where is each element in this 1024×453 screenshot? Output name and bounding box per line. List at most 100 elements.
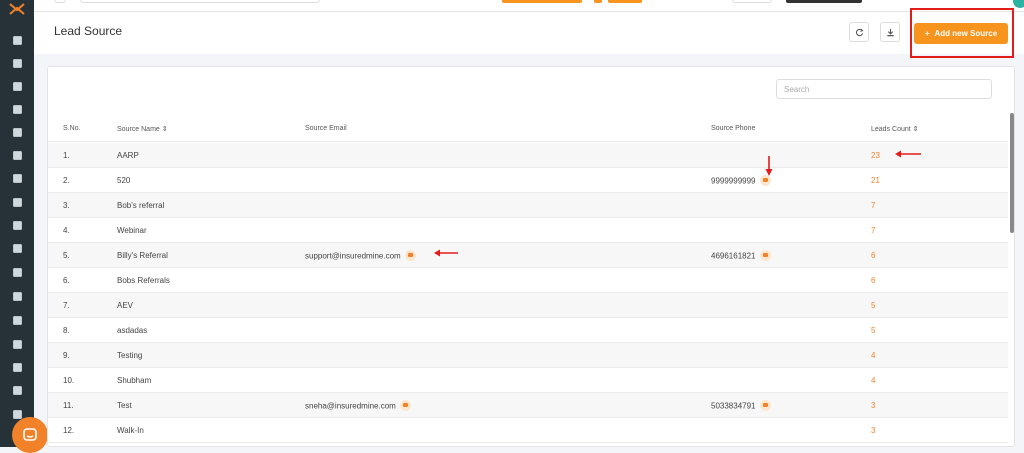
annotation-arrow <box>895 150 921 158</box>
table-row[interactable]: 12. Walk-In 3 <box>48 418 1008 443</box>
top-action-button[interactable] <box>502 0 582 3</box>
logo-icon[interactable] <box>8 2 26 16</box>
column-header-source-name[interactable]: Source Name ⇕ <box>117 125 168 133</box>
table-row[interactable]: 5. Billy's Referral support@insuredmine.co… <box>48 243 1008 268</box>
column-header-source-phone: Source Phone <box>711 125 756 132</box>
cell-leads-count[interactable]: 5 <box>871 301 875 310</box>
scrollbar[interactable] <box>1010 113 1014 233</box>
cell-leads-count[interactable]: 6 <box>871 276 875 285</box>
table-row[interactable]: 7. AEV 5 <box>48 293 1008 318</box>
cell-leads-count[interactable]: 23 <box>871 151 880 160</box>
menu-toggle[interactable] <box>54 0 66 3</box>
cell-source-name: Walk-In <box>117 426 144 435</box>
contacts-icon[interactable] <box>11 57 23 69</box>
refresh-button[interactable] <box>849 22 869 42</box>
chat-icon[interactable] <box>12 417 48 453</box>
cell-source-name: Bobs Referrals <box>117 276 170 285</box>
cell-leads-count[interactable]: 6 <box>871 251 875 260</box>
sidebar <box>0 0 48 453</box>
copy-icon[interactable] <box>399 400 411 411</box>
cell-sno: 7. <box>63 301 70 310</box>
cell-leads-count[interactable]: 3 <box>871 426 875 435</box>
top-small-button[interactable] <box>594 0 602 3</box>
table-row[interactable]: 1. AARP 23 <box>48 143 1008 168</box>
cell-source-email: support@insuredmine.com <box>305 250 416 262</box>
annotation-arrow <box>765 156 773 176</box>
cell-source-phone: 9999999999 <box>711 175 771 187</box>
cell-source-name: Billy's Referral <box>117 251 168 260</box>
table-row[interactable]: 6. Bobs Referrals 6 <box>48 268 1008 293</box>
cell-sno: 4. <box>63 226 70 235</box>
chart-icon[interactable] <box>11 242 23 254</box>
column-header-source-email: Source Email <box>305 125 347 132</box>
cell-source-name: Bob's referral <box>117 201 165 210</box>
cell-leads-count[interactable]: 3 <box>871 401 875 410</box>
cell-source-name: AEV <box>117 301 134 310</box>
copy-icon[interactable] <box>404 250 416 261</box>
copy-icon[interactable] <box>11 80 23 92</box>
bank-icon[interactable] <box>11 103 23 115</box>
table-row[interactable]: 11. Test sneha@insuredmine.com 5033834791 3 <box>48 393 1008 418</box>
cell-leads-count[interactable]: 5 <box>871 326 875 335</box>
calendar-icon[interactable] <box>11 314 23 326</box>
annotation-arrow <box>434 249 458 257</box>
cell-source-name: 520 <box>117 176 131 185</box>
clipboard-icon[interactable] <box>11 384 23 396</box>
download-button[interactable] <box>880 22 900 42</box>
cell-leads-count[interactable]: 21 <box>871 176 880 185</box>
filter-icon[interactable] <box>11 172 23 184</box>
cell-source-name: Webinar <box>117 226 147 235</box>
refresh-icon <box>855 28 863 36</box>
table-row[interactable]: 3. Bob's referral 7 <box>48 193 1008 218</box>
cell-source-name: asdadas <box>117 326 148 335</box>
table-icon[interactable] <box>11 219 23 231</box>
copy-icon[interactable] <box>759 400 771 411</box>
cell-sno: 5. <box>63 251 70 260</box>
list-icon[interactable] <box>11 126 23 138</box>
top-secondary-button[interactable] <box>608 0 642 3</box>
global-search-field[interactable] <box>80 0 320 3</box>
mail-icon[interactable] <box>11 266 23 278</box>
cell-sno: 9. <box>63 351 70 360</box>
cell-leads-count[interactable]: 7 <box>871 226 875 235</box>
column-header-leads-count[interactable]: Leads Count ⇕ <box>871 125 919 133</box>
search-input[interactable]: Search <box>776 79 992 99</box>
cell-sno: 2. <box>63 176 70 185</box>
cell-leads-count[interactable]: 4 <box>871 351 875 360</box>
dollar-icon[interactable] <box>11 361 23 373</box>
cell-source-email: sneha@insuredmine.com <box>305 400 411 412</box>
table-row[interactable]: 10. Shubham 4 <box>48 368 1008 393</box>
cell-sno: 8. <box>63 326 70 335</box>
cell-source-phone: 5033834791 <box>711 400 771 412</box>
cell-leads-count[interactable]: 4 <box>871 376 875 385</box>
inbox-icon[interactable] <box>11 338 23 350</box>
cell-leads-count[interactable]: 7 <box>871 201 875 210</box>
cell-sno: 1. <box>63 151 70 160</box>
sort-icon[interactable]: ⇕ <box>913 126 919 133</box>
calculator-icon[interactable] <box>11 290 23 302</box>
top-bar <box>34 0 1024 12</box>
page-title: Lead Source <box>54 24 123 38</box>
document-icon[interactable] <box>11 149 23 161</box>
cell-source-name: AARP <box>117 151 139 160</box>
table-row[interactable]: 2. 520 9999999999 21 <box>48 168 1008 193</box>
download-icon <box>886 28 894 36</box>
table-row[interactable]: 9. Testing 4 <box>48 343 1008 368</box>
megaphone-icon[interactable] <box>11 196 23 208</box>
table-row[interactable]: 4. Webinar 7 <box>48 218 1008 243</box>
dashboard-icon[interactable] <box>11 34 23 46</box>
top-field[interactable] <box>732 0 772 3</box>
lead-source-card: Search S.No. Source Name ⇕ Source Email … <box>47 66 1015 447</box>
sort-icon[interactable]: ⇕ <box>162 126 168 133</box>
cell-sno: 3. <box>63 201 70 210</box>
annotation-highlight-box <box>910 8 1014 58</box>
table-header: S.No. Source Name ⇕ Source Email Source … <box>48 118 1008 142</box>
copy-icon[interactable] <box>759 250 771 261</box>
cell-sno: 11. <box>63 401 74 410</box>
top-dark-button[interactable] <box>786 0 862 3</box>
cell-sno: 10. <box>63 376 75 385</box>
table-row[interactable]: 8. asdadas 5 <box>48 318 1008 343</box>
cell-source-name: Testing <box>117 351 143 360</box>
column-header-sno: S.No. <box>63 125 81 132</box>
cell-source-name: Test <box>117 401 132 410</box>
